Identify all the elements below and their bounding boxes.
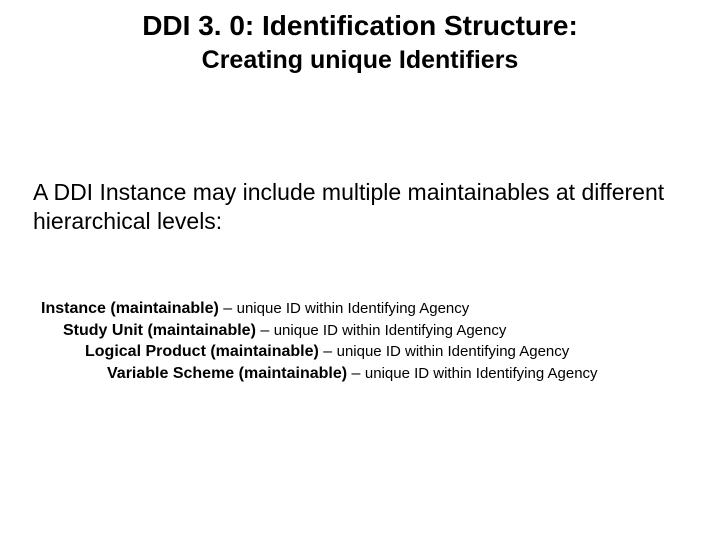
hierarchy-item: Study Unit (maintainable) – unique ID wi… <box>63 320 681 342</box>
hierarchy-label: Variable Scheme (maintainable) <box>107 365 347 382</box>
hierarchy-item: Instance (maintainable) – unique ID with… <box>41 298 681 320</box>
hierarchy-desc: unique ID within Identifying Agency <box>237 300 470 317</box>
hierarchy-desc: unique ID within Identifying Agency <box>274 322 507 339</box>
hierarchy-dash: – <box>347 365 365 382</box>
slide-title: DDI 3. 0: Identification Structure: <box>0 10 720 42</box>
slide-subtitle: Creating unique Identifiers <box>0 46 720 75</box>
hierarchy-dash: – <box>319 343 337 360</box>
intro-text: A DDI Instance may include multiple main… <box>33 178 673 236</box>
hierarchy-desc: unique ID within Identifying Agency <box>365 365 598 382</box>
hierarchy-list: Instance (maintainable) – unique ID with… <box>41 298 681 384</box>
hierarchy-item: Logical Product (maintainable) – unique … <box>85 341 681 363</box>
hierarchy-desc: unique ID within Identifying Agency <box>337 343 570 360</box>
hierarchy-dash: – <box>256 322 274 339</box>
hierarchy-label: Logical Product (maintainable) <box>85 343 319 360</box>
hierarchy-label: Study Unit (maintainable) <box>63 322 256 339</box>
hierarchy-dash: – <box>219 300 237 317</box>
hierarchy-item: Variable Scheme (maintainable) – unique … <box>107 363 681 385</box>
slide: DDI 3. 0: Identification Structure: Crea… <box>0 0 720 540</box>
hierarchy-label: Instance (maintainable) <box>41 300 219 317</box>
